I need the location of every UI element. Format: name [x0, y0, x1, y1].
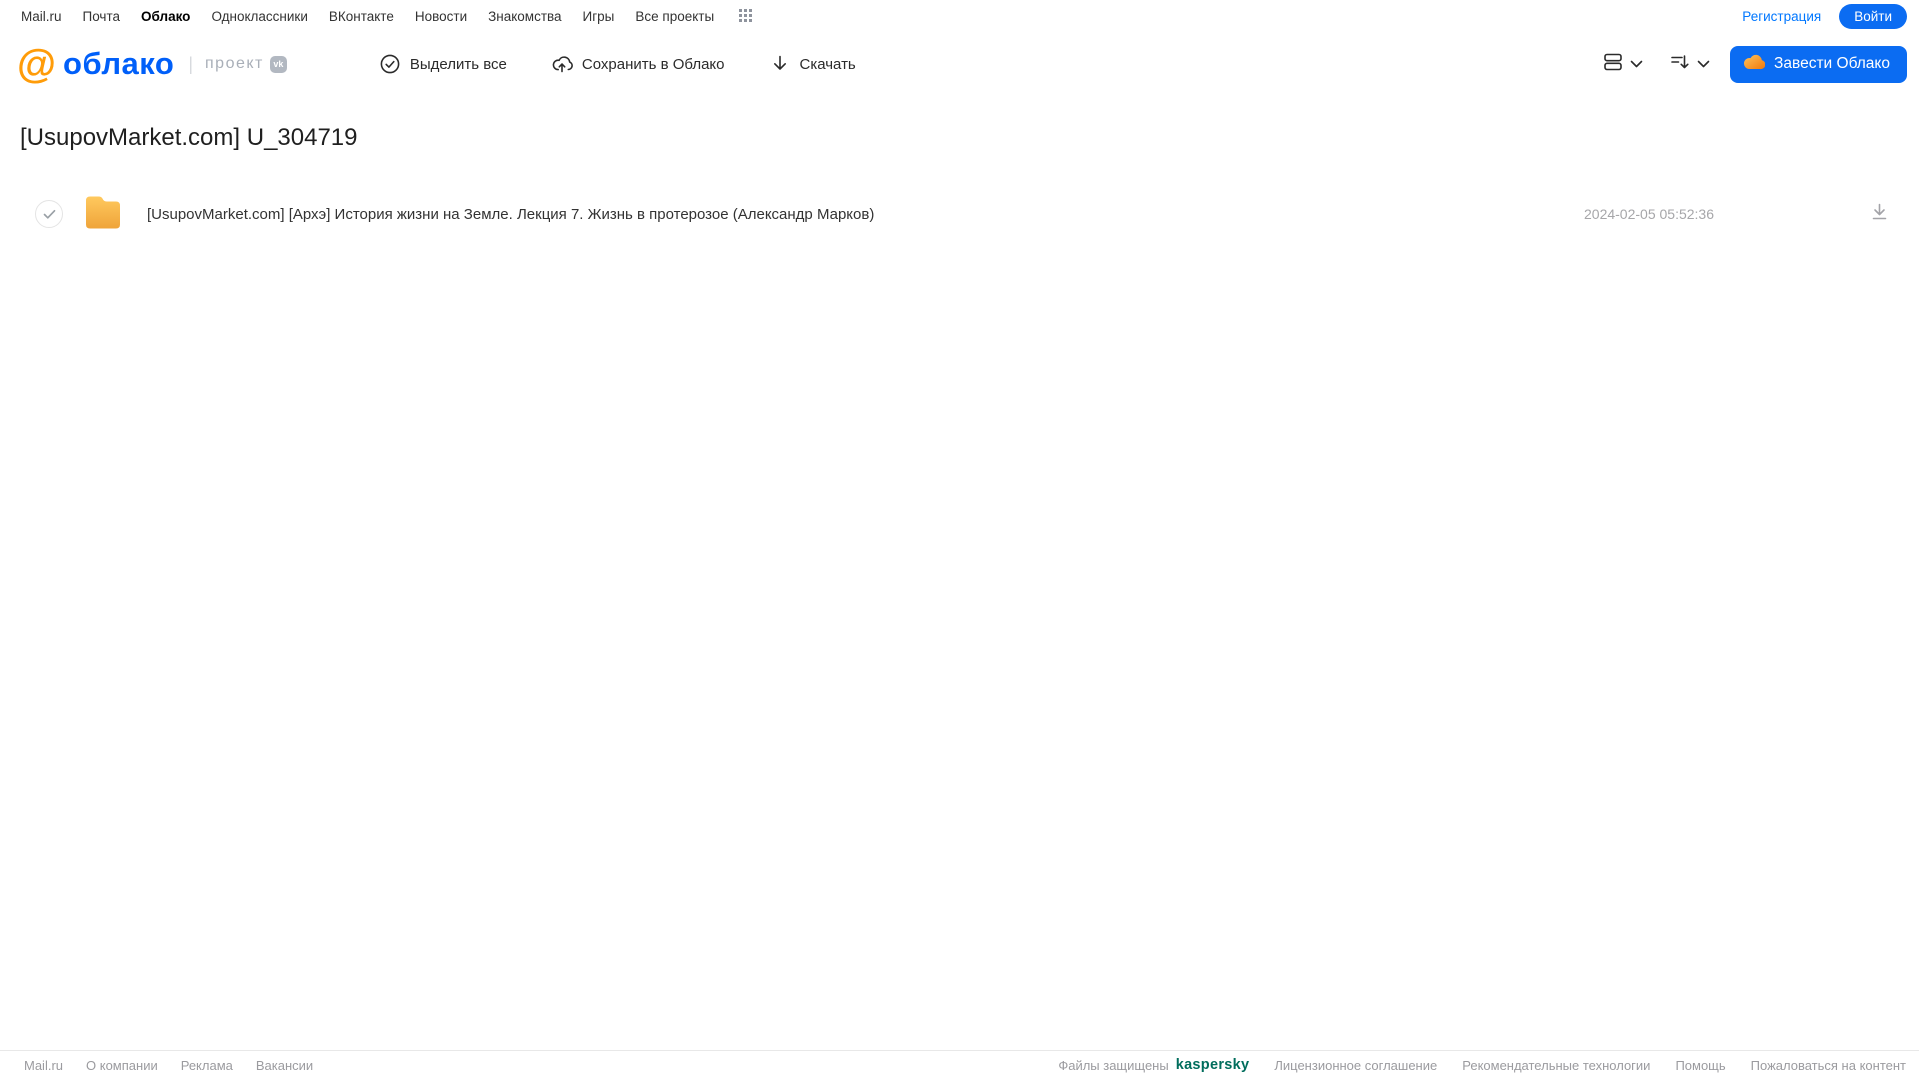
nav-odnoklassniki[interactable]: Одноклассники	[211, 9, 307, 24]
footer-recommend-tech-link[interactable]: Рекомендательные технологии	[1462, 1058, 1650, 1073]
footer: Mail.ru О компании Реклама Вакансии Файл…	[0, 1050, 1919, 1079]
footer-jobs-link[interactable]: Вакансии	[256, 1058, 313, 1073]
cloud-orange-icon	[1743, 53, 1766, 75]
footer-help-link[interactable]: Помощь	[1675, 1058, 1725, 1073]
nav-mailru[interactable]: Mail.ru	[21, 9, 62, 24]
nav-igry[interactable]: Игры	[583, 9, 615, 24]
nav-vkontakte[interactable]: ВКонтакте	[329, 9, 394, 24]
cloud-header: @ облако | проект vk Выделить все Сохран…	[0, 33, 1919, 95]
chevron-down-icon	[1697, 55, 1710, 73]
footer-ads-link[interactable]: Реклама	[181, 1058, 233, 1073]
get-cloud-label: Завести Облако	[1774, 55, 1890, 72]
footer-right-links: Файлы защищены kaspersky Лицензионное со…	[1058, 1057, 1906, 1073]
main-content: [UsupovMarket.com] U_304719 [UsupovMarke…	[0, 124, 1919, 236]
select-all-label: Выделить все	[409, 55, 507, 73]
portal-links: Mail.ru Почта Облако Одноклассники ВКонт…	[21, 9, 754, 24]
file-name[interactable]: [UsupovMarket.com] [Архэ] История жизни …	[147, 206, 874, 223]
nav-novosti[interactable]: Новости	[415, 9, 467, 24]
download-arrow-icon	[769, 53, 791, 75]
footer-mailru-link[interactable]: Mail.ru	[24, 1058, 63, 1073]
row-checkbox[interactable]	[35, 200, 63, 228]
cloud-logo-text: облако	[63, 46, 175, 81]
mailru-at-icon: @	[17, 42, 57, 86]
sort-icon	[1669, 51, 1691, 78]
footer-left-links: Mail.ru О компании Реклама Вакансии	[24, 1058, 313, 1073]
download-label: Скачать	[799, 55, 856, 73]
cloud-logo[interactable]: @ облако	[17, 44, 174, 84]
footer-about-link[interactable]: О компании	[86, 1058, 158, 1073]
login-button[interactable]: Войти	[1839, 4, 1907, 29]
project-label: проект	[205, 55, 264, 72]
folder-icon	[83, 194, 123, 234]
kaspersky-logo[interactable]: kaspersky	[1176, 1057, 1250, 1073]
get-cloud-button[interactable]: Завести Облако	[1730, 45, 1907, 83]
nav-oblako[interactable]: Облако	[141, 9, 190, 24]
all-projects-grid-icon[interactable]	[739, 9, 754, 24]
page-title: [UsupovMarket.com] U_304719	[20, 124, 358, 151]
chevron-down-icon	[1630, 55, 1643, 73]
select-all-button[interactable]: Выделить все	[379, 53, 507, 75]
nav-znakomstva[interactable]: Знакомства	[488, 9, 561, 24]
portal-navbar: Mail.ru Почта Облако Одноклассники ВКонт…	[0, 0, 1919, 33]
cloud-upload-icon	[551, 53, 573, 75]
vk-project-label: | проект vk	[188, 54, 287, 75]
list-view-icon	[1602, 51, 1624, 78]
registration-link[interactable]: Регистрация	[1742, 9, 1821, 24]
row-download-icon[interactable]	[1870, 202, 1889, 226]
footer-report-link[interactable]: Пожаловаться на контент	[1751, 1058, 1906, 1073]
sort-selector[interactable]	[1669, 51, 1710, 78]
nav-pochta[interactable]: Почта	[83, 9, 121, 24]
file-toolbar: Выделить все Сохранить в Облако Скачать	[379, 53, 856, 75]
footer-license-link[interactable]: Лицензионное соглашение	[1274, 1058, 1437, 1073]
file-row[interactable]: [UsupovMarket.com] [Архэ] История жизни …	[20, 192, 1899, 236]
view-controls	[1602, 51, 1710, 78]
check-circle-icon	[379, 53, 401, 75]
file-date: 2024-02-05 05:52:36	[1584, 206, 1714, 222]
protected-by-label: Файлы защищены	[1058, 1057, 1169, 1073]
kaspersky-protection: Файлы защищены kaspersky	[1058, 1057, 1249, 1073]
save-to-cloud-button[interactable]: Сохранить в Облако	[551, 53, 725, 75]
download-button[interactable]: Скачать	[769, 53, 856, 75]
nav-vse-proekty[interactable]: Все проекты	[635, 9, 714, 24]
view-mode-selector[interactable]	[1602, 51, 1643, 78]
vk-icon: vk	[269, 55, 287, 73]
save-to-cloud-label: Сохранить в Облако	[581, 55, 725, 73]
